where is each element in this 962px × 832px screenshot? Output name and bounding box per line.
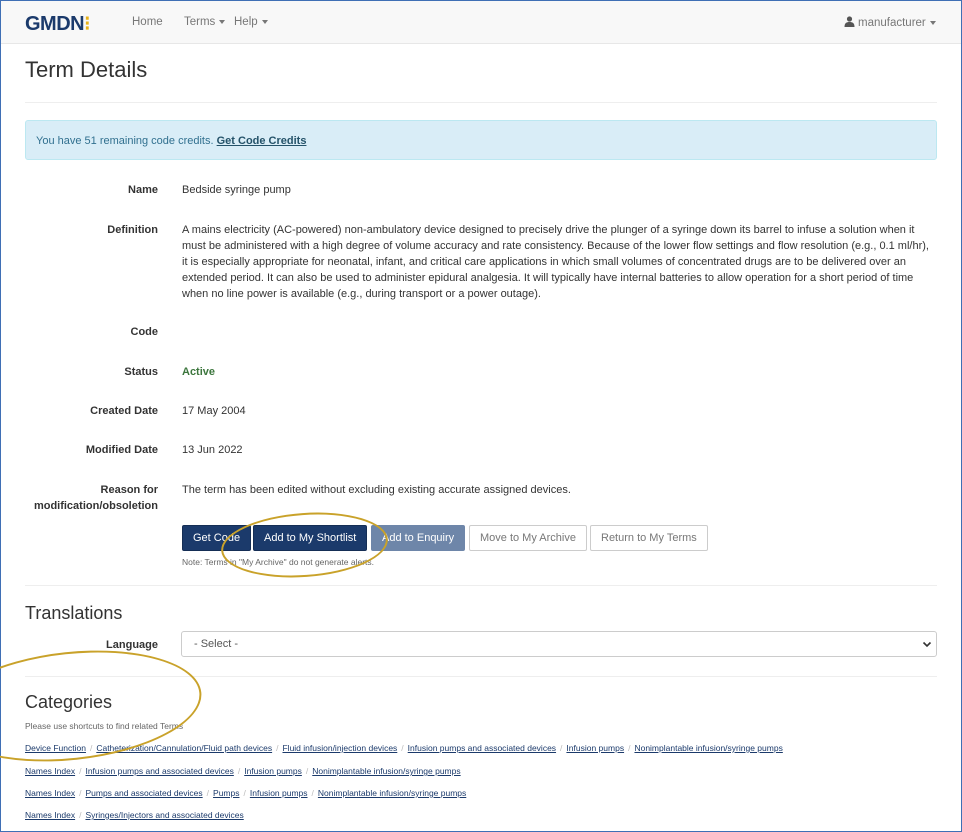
nav-terms-dropdown[interactable]: Terms [184,16,226,28]
divider [25,676,937,677]
created-date-value: 17 May 2004 [182,405,246,417]
chevron-down-icon [219,19,226,24]
breadcrumb-separator: / [79,810,82,820]
category-link[interactable]: Nonimplantable infusion/syringe pumps [634,743,782,753]
categories-title: Categories [25,692,113,712]
category-link[interactable]: Syringes/Injectors and associated device… [85,810,243,820]
breadcrumb-separator: / [243,788,246,798]
reason-label: Reason for modification/obsoletion [33,484,158,512]
category-breadcrumb-row: Names Index / Pumps and associated devices… [25,788,466,798]
chevron-down-icon [929,20,936,25]
archive-note: Note: Terms in "My Archive" do not gener… [182,557,375,567]
breadcrumb-separator: / [237,766,241,776]
breadcrumb-separator: / [276,743,279,753]
category-breadcrumb-row: Device Function / Catheterization/Cannulat… [25,743,783,753]
nav-user-dropdown[interactable]: manufacturer [844,16,936,29]
name-value: Bedside syringe pump [182,184,291,196]
breadcrumb-separator: / [206,788,210,798]
category-link[interactable]: Pumps [213,788,239,798]
category-breadcrumb-row: Names Index / Syringes/Injectors and assoc… [25,810,244,820]
gmdn-logo[interactable]: GMDN⁝ [25,11,90,36]
nav-help-label: Help [234,16,258,28]
chevron-down-icon [261,19,268,24]
return-to-terms-button[interactable]: Return to My Terms [590,525,708,551]
code-label: Code [130,326,159,338]
category-link[interactable]: Infusion pumps [244,766,302,776]
category-link[interactable]: Nonimplantable infusion/syringe pumps [312,766,460,776]
nav-user-label: manufacturer [858,17,926,29]
category-link[interactable]: Infusion pumps [566,743,624,753]
name-label: Name [128,184,158,196]
language-label: Language [106,639,158,651]
category-link[interactable]: Catheterization/Cannulation/Fluid path d… [96,743,272,753]
divider [25,585,937,586]
divider [25,102,937,103]
breadcrumb-separator: / [560,743,563,753]
page-title: Term Details [25,57,148,82]
category-breadcrumb-row: Names Index / Infusion pumps and associate… [25,766,461,776]
add-to-shortlist-button[interactable]: Add to My Shortlist [253,525,368,551]
category-link[interactable]: Infusion pumps and associated devices [408,743,556,753]
categories-help-text: Please use shortcuts to find related Ter… [25,721,184,731]
category-link[interactable]: Infusion pumps [250,788,308,798]
navbar: GMDN⁝ Home Terms Help manufacturer [1,1,961,44]
breadcrumb-separator: / [79,766,82,776]
modified-date-label: Modified Date [85,444,158,456]
breadcrumb-separator: / [401,743,404,753]
modified-date-value: 13 Jun 2022 [182,444,243,456]
credits-alert: You have 51 remaining code credits. Get … [25,120,937,160]
category-link[interactable]: Infusion pumps and associated devices [85,766,233,776]
logo-text: GMDN [25,13,85,35]
breadcrumb-separator: / [305,766,309,776]
nav-help-dropdown[interactable]: Help [234,16,268,28]
breadcrumb-separator: / [89,743,93,753]
definition-value: A mains electricity (AC-powered) non-amb… [182,224,929,300]
add-to-enquiry-button[interactable]: Add to Enquiry [371,525,466,551]
category-link[interactable]: Nonimplantable infusion/syringe pumps [318,788,466,798]
get-code-button[interactable]: Get Code [182,525,252,551]
category-link[interactable]: Names Index [25,788,75,798]
created-date-label: Created Date [90,405,158,417]
category-link[interactable]: Pumps and associated devices [85,788,202,798]
nav-home[interactable]: Home [132,16,163,28]
chevron-down-icon [922,641,932,648]
breadcrumb-separator: / [628,743,631,753]
breadcrumb-separator: / [311,788,314,798]
breadcrumb-separator: / [79,788,82,798]
move-to-archive-button[interactable]: Move to My Archive [469,525,587,551]
user-icon [844,16,855,27]
reason-value: The term has been edited without excludi… [182,484,571,496]
category-link[interactable]: Names Index [25,766,75,776]
translations-title: Translations [25,603,123,623]
alert-text: You have 51 remaining code credits. [36,135,214,147]
nav-terms-label: Terms [184,16,216,28]
language-select[interactable]: - Select - [181,631,937,657]
get-code-credits-link[interactable]: Get Code Credits [217,135,307,147]
category-link[interactable]: Device Function [25,743,86,753]
definition-label: Definition [107,224,158,236]
category-link[interactable]: Fluid infusion/injection devices [282,743,397,753]
logo-dots: ⁝ [84,13,90,35]
status-label: Status [124,366,158,378]
language-select-value: - Select - [194,638,239,650]
category-link[interactable]: Names Index [25,810,75,820]
status-value: Active [182,366,216,378]
